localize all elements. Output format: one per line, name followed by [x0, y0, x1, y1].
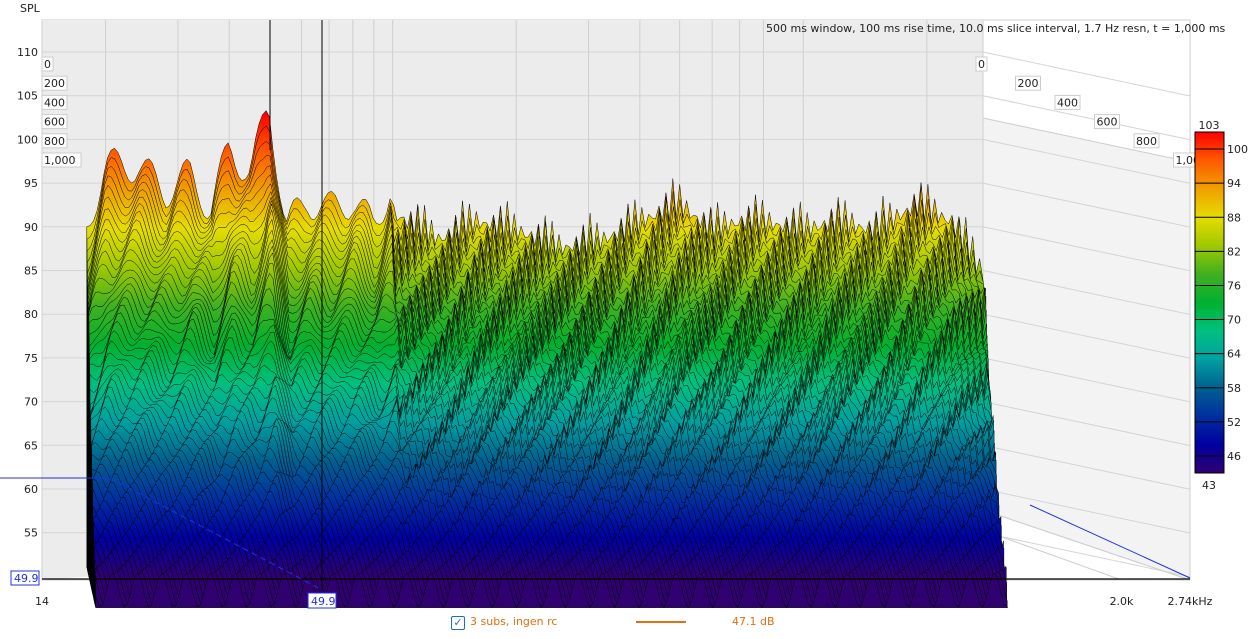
chart-title: 500 ms window, 100 ms rise time, 10.0 ms… [766, 22, 1226, 35]
colorbar-tick-label: 58 [1227, 382, 1241, 395]
y-tick-label: 95 [24, 177, 38, 190]
series-checkbox[interactable]: ✓ [451, 616, 465, 630]
colorbar-max: 103 [1199, 119, 1220, 132]
time-tick-label-right: 0 [978, 58, 985, 71]
y-tick-label: 75 [24, 352, 38, 365]
colorbar-tick-label: 88 [1227, 211, 1241, 224]
time-tick-label-right: 600 [1097, 116, 1118, 129]
y-tick-label: 70 [24, 396, 38, 409]
y-tick-label: 110 [17, 46, 38, 59]
colorbar-tick-label: 82 [1227, 245, 1241, 258]
time-tick-label-left: 1,000 [44, 154, 76, 167]
y-tick-label: 100 [17, 133, 38, 146]
waterfall-slice [95, 572, 1008, 609]
colorbar-tick-label: 52 [1227, 416, 1241, 429]
time-tick-label-left: 800 [44, 135, 65, 148]
y-tick-label: 105 [17, 90, 38, 103]
time-tick-label-left: 400 [44, 96, 65, 109]
x-tick-label: 2.74kHz [1168, 595, 1213, 608]
y-tick-label: 65 [24, 439, 38, 452]
time-tick-label-right: 400 [1057, 96, 1078, 109]
waterfall-chart: SPL 500 ms window, 100 ms rise time, 10.0… [0, 0, 1249, 639]
colorbar: 103 43 100 94 88 82 76 70 64 58 52 46 [1194, 119, 1248, 492]
y-tick-label: 80 [24, 308, 38, 321]
colorbar-tick-label: 64 [1227, 348, 1241, 361]
colorbar-tick-label: 100 [1227, 143, 1248, 156]
waterfall-plot[interactable]: SPL 500 ms window, 100 ms rise time, 10.0… [0, 0, 1249, 639]
y-tick-label: 90 [24, 221, 38, 234]
y-tick-label: 55 [24, 527, 38, 540]
y-tick-label: 85 [24, 265, 38, 278]
time-tick-label-left: 200 [44, 77, 65, 90]
y-tick-label: 60 [24, 483, 38, 496]
x-tick-label: 14 [35, 595, 49, 608]
legend-value: 47.1 dB [732, 615, 775, 628]
colorbar-tick-label: 76 [1227, 279, 1241, 292]
time-tick-label-left: 600 [44, 116, 65, 129]
legend-line-swatch [636, 621, 686, 623]
colorbar-tick-label: 94 [1227, 177, 1241, 190]
time-tick-label-left: 0 [44, 58, 51, 71]
colorbar-tick-label: 46 [1227, 450, 1241, 463]
legend-label[interactable]: 3 subs, ingen rc [470, 615, 557, 628]
time-tick-label-right: 800 [1136, 135, 1157, 148]
time-tick-label-right: 200 [1018, 77, 1039, 90]
x-tick-label: 2.0k [1110, 595, 1134, 608]
y-cursor-label: 49.9 [14, 572, 39, 585]
colorbar-tick-label: 70 [1227, 314, 1241, 327]
x-cursor-label: 49.9 [311, 595, 336, 608]
colorbar-min: 43 [1202, 479, 1216, 492]
y-axis-title: SPL [20, 2, 41, 15]
